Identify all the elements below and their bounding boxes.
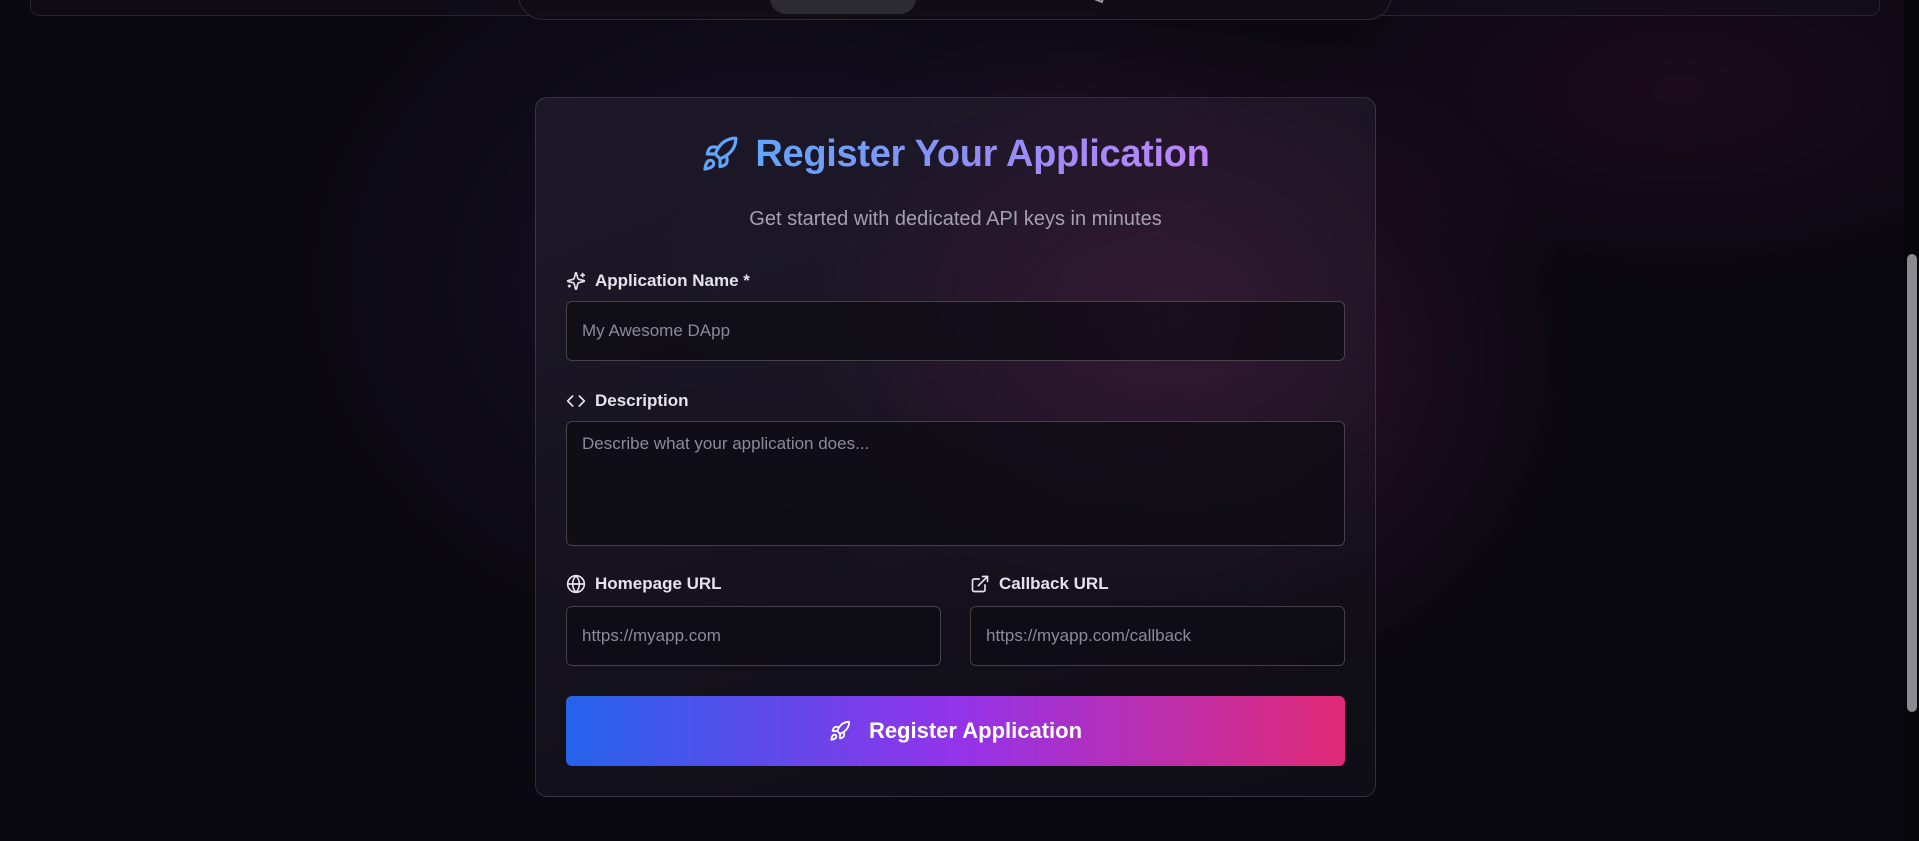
rocket-icon bbox=[701, 135, 739, 173]
rocket-icon bbox=[829, 720, 851, 742]
callback-url-label-text: Callback URL bbox=[999, 574, 1109, 593]
page-scrollbar[interactable] bbox=[1904, 0, 1919, 841]
globe-icon bbox=[566, 574, 586, 594]
callback-url-input-wrapper bbox=[970, 606, 1345, 666]
app-name-input-wrapper bbox=[566, 301, 1345, 361]
page-subtitle: Get started with dedicated API keys in m… bbox=[749, 208, 1162, 230]
homepage-url-label: Homepage URL bbox=[566, 573, 722, 595]
card-header: Register Your Application bbox=[536, 130, 1375, 178]
description-label: Description bbox=[566, 390, 689, 412]
homepage-url-label-text: Homepage URL bbox=[595, 574, 722, 593]
top-nav-pill bbox=[518, 0, 1392, 20]
page-title: Register Your Application bbox=[755, 130, 1210, 178]
external-link-icon bbox=[970, 574, 990, 594]
scrollbar-thumb[interactable] bbox=[1907, 254, 1917, 712]
callback-url-label: Callback URL bbox=[970, 573, 1109, 595]
code-icon bbox=[566, 391, 586, 411]
homepage-url-input[interactable] bbox=[582, 607, 925, 665]
description-label-text: Description bbox=[595, 391, 689, 410]
app-name-label: Application Name * bbox=[566, 270, 750, 292]
register-button-label: Register Application bbox=[868, 718, 1083, 743]
description-textarea-wrapper bbox=[566, 421, 1345, 546]
app-name-label-text: Application Name * bbox=[595, 271, 750, 290]
app-name-input[interactable] bbox=[582, 302, 1329, 360]
sparkles-icon bbox=[566, 271, 586, 291]
register-application-button[interactable]: Register Application bbox=[566, 696, 1345, 766]
top-nav-active-tab[interactable] bbox=[770, 0, 916, 14]
register-app-card: Register Your Application Get started wi… bbox=[535, 97, 1376, 797]
description-textarea[interactable] bbox=[582, 422, 1329, 545]
homepage-url-input-wrapper bbox=[566, 606, 941, 666]
callback-url-input[interactable] bbox=[986, 607, 1329, 665]
